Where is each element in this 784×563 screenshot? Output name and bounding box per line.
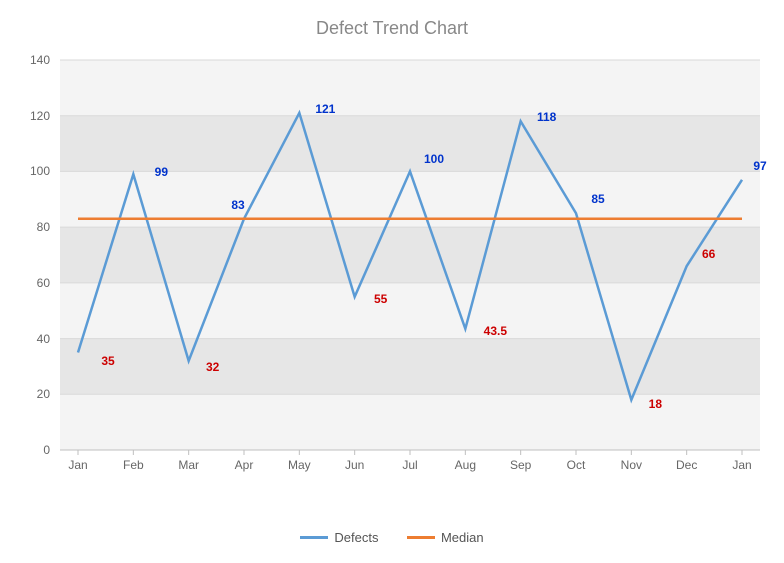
x-axis: Jan Feb Mar Apr May Jun Jul Aug Sep Oct Nov Dec Jan xyxy=(60,450,760,480)
chart-container: Defect Trend Chart 0 20 40 60 80 100 120 140 35… xyxy=(0,0,784,563)
legend-item-defects: Defects xyxy=(300,530,378,545)
y-tick-label: 100 xyxy=(30,164,50,178)
x-tick-label: May xyxy=(288,458,311,472)
data-label: 85 xyxy=(591,192,604,206)
y-tick-label: 80 xyxy=(37,220,50,234)
data-label: 55 xyxy=(374,292,387,306)
plot-svg xyxy=(60,60,760,450)
grid-band xyxy=(60,116,760,172)
grid-band xyxy=(60,283,760,339)
data-label: 32 xyxy=(206,360,219,374)
x-tick-label: Jun xyxy=(345,458,364,472)
legend-swatch-defects xyxy=(300,536,328,539)
y-tick-label: 60 xyxy=(37,276,50,290)
data-label: 83 xyxy=(231,198,244,212)
legend-label-median: Median xyxy=(441,530,484,545)
data-label: 99 xyxy=(155,165,168,179)
grid-band xyxy=(60,339,760,395)
x-tick-label: Mar xyxy=(178,458,199,472)
data-label: 66 xyxy=(702,247,715,261)
x-tick-label: Jan xyxy=(732,458,751,472)
legend: Defects Median xyxy=(0,526,784,545)
legend-item-median: Median xyxy=(407,530,484,545)
x-tick-label: Oct xyxy=(567,458,586,472)
legend-swatch-median xyxy=(407,536,435,539)
data-label: 18 xyxy=(649,397,662,411)
x-tick-label: Aug xyxy=(455,458,476,472)
data-label: 100 xyxy=(424,152,444,166)
x-tick-label: Sep xyxy=(510,458,531,472)
x-tick-label: Nov xyxy=(621,458,642,472)
data-label: 97 xyxy=(753,159,766,173)
grid-band xyxy=(60,227,760,283)
y-tick-label: 140 xyxy=(30,53,50,67)
x-tick-label: Apr xyxy=(235,458,254,472)
x-tick-label: Jan xyxy=(68,458,87,472)
y-tick-label: 40 xyxy=(37,332,50,346)
y-tick-label: 120 xyxy=(30,109,50,123)
data-label: 121 xyxy=(315,102,335,116)
x-tick-label: Jul xyxy=(402,458,417,472)
plot-area: 359932831215510043.511885186697 xyxy=(60,60,760,450)
chart-title: Defect Trend Chart xyxy=(0,0,784,39)
x-tick-label: Dec xyxy=(676,458,697,472)
data-label: 118 xyxy=(537,110,556,124)
data-label: 43.5 xyxy=(484,324,507,338)
data-label: 35 xyxy=(101,354,114,368)
y-tick-label: 0 xyxy=(43,443,50,457)
x-tick-label: Feb xyxy=(123,458,144,472)
legend-label-defects: Defects xyxy=(334,530,378,545)
y-axis: 020406080100120140 xyxy=(0,60,60,450)
y-tick-label: 20 xyxy=(37,387,50,401)
grid-band xyxy=(60,60,760,116)
